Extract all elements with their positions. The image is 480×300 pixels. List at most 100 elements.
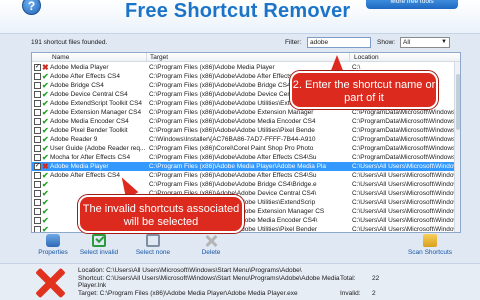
row-location: C:\ProgramData\Microsoft\Windows\Start M xyxy=(352,154,456,161)
table-row[interactable]: ✔ Adobe Media Encoder CS4 C:\Program Files… xyxy=(32,117,460,126)
scan-shortcuts-button[interactable]: Scan Shortcuts xyxy=(403,234,457,260)
detail-shortcut-cont: Player.lnk xyxy=(78,282,107,289)
row-location: C:\Users\All Users\Microsoft\Windows\Sta… xyxy=(352,208,456,215)
select-none-label: Select none xyxy=(135,249,171,256)
filter-bar: 191 shortcut files founded. Filter: adob… xyxy=(0,36,480,50)
row-checkbox[interactable] xyxy=(34,136,41,143)
row-checkbox[interactable]: ✓ xyxy=(34,64,41,71)
valid-check-icon: ✔ xyxy=(42,99,49,108)
app-header: ? Free Shortcut Remover More free tools xyxy=(0,0,480,34)
row-checkbox[interactable] xyxy=(34,217,41,224)
row-checkbox[interactable] xyxy=(34,82,41,89)
row-checkbox[interactable] xyxy=(34,181,41,188)
valid-check-icon: ✔ xyxy=(42,225,49,233)
help-icon[interactable]: ? xyxy=(22,0,41,15)
detail-location: Location: C:\Users\All Users\Microsoft\W… xyxy=(78,267,302,274)
row-target: C:\Program Files (x86)\Adobe\Adobe Exten… xyxy=(149,109,314,116)
row-checkbox[interactable] xyxy=(34,145,41,152)
row-name: Adobe Media Player xyxy=(50,163,109,170)
row-checkbox[interactable] xyxy=(34,109,41,116)
properties-icon xyxy=(46,234,60,247)
detail-target: Target: C:\Program Files (x86)\Adobe Med… xyxy=(78,290,298,297)
show-select-value: All xyxy=(403,39,411,46)
row-checkbox[interactable] xyxy=(34,100,41,107)
scan-shortcuts-label: Scan Shortcuts xyxy=(407,249,453,256)
row-name: User Guide (Adobe Reader req... xyxy=(50,145,145,152)
row-checkbox[interactable] xyxy=(34,199,41,206)
invalid-value: 2 xyxy=(372,290,376,297)
table-row[interactable]: ✔ Mocha for After Effects CS4 C:\Program F… xyxy=(32,153,460,162)
row-checkbox[interactable] xyxy=(34,91,41,98)
column-divider xyxy=(349,53,350,62)
valid-check-icon: ✔ xyxy=(42,72,49,81)
show-select[interactable]: All ▼ xyxy=(400,37,450,48)
valid-check-icon: ✔ xyxy=(42,207,49,216)
valid-check-icon: ✔ xyxy=(42,144,49,153)
invalid-x-icon: ✖ xyxy=(42,162,49,171)
table-row[interactable]: ✓ ✖ Adobe Media Player C:\Program Files (x8… xyxy=(32,162,460,171)
select-invalid-icon xyxy=(92,234,106,247)
column-header-target[interactable]: Target xyxy=(150,54,168,61)
column-header-name[interactable]: Name xyxy=(52,54,69,61)
table-row[interactable]: ✔ Adobe Pixel Bender Toolkit C:\Program Fi… xyxy=(32,126,460,135)
valid-check-icon: ✔ xyxy=(42,216,49,225)
row-checkbox[interactable] xyxy=(34,127,41,134)
valid-check-icon: ✔ xyxy=(42,153,49,162)
delete-icon xyxy=(204,234,218,247)
table-row[interactable]: ✔ C:\Program Files (x86)\Adobe\Adobe Brid… xyxy=(32,180,460,189)
select-invalid-button[interactable]: Select invalid xyxy=(77,234,121,260)
row-checkbox[interactable] xyxy=(34,118,41,125)
row-location: C:\ xyxy=(352,64,361,71)
row-checkbox[interactable] xyxy=(34,208,41,215)
scrollbar-thumb[interactable] xyxy=(456,74,460,130)
row-location: C:\ProgramData\Microsoft\Windows\Start M xyxy=(352,145,456,152)
total-value: 22 xyxy=(372,275,380,282)
row-location: C:\Users\All Users\Microsoft\Windows\Sta… xyxy=(352,226,456,233)
table-row[interactable]: ✔ Adobe Reader 9 C:\Windows\Installer\{AC7… xyxy=(32,135,460,144)
row-checkbox[interactable] xyxy=(34,226,41,232)
row-checkbox[interactable] xyxy=(34,154,41,161)
row-target: C:\Program Files (x86)\Corel\Corel Paint… xyxy=(149,145,314,152)
row-location: C:\Users\All Users\Microsoft\Windows\Sta… xyxy=(352,181,456,188)
callout-invalid-selected: The invalid shortcuts associated will be… xyxy=(78,195,244,233)
valid-check-icon: ✔ xyxy=(42,198,49,207)
properties-button[interactable]: Properties xyxy=(31,234,75,260)
row-target: C:\Windows\Installer\{AC76BA86-7AD7-FFFF… xyxy=(149,136,316,143)
row-checkbox[interactable]: ✓ xyxy=(34,163,41,170)
row-name: Adobe ExtendScript Toolkit CS4 xyxy=(50,100,143,107)
row-location: C:\Users\All Users\Microsoft\Windows\Sta… xyxy=(352,172,456,179)
row-checkbox[interactable] xyxy=(34,190,41,197)
row-location: C:\ProgramData\Microsoft\Windows\Start M xyxy=(352,109,456,116)
row-target: C:\Program Files (x86)\Adobe\Adobe Utili… xyxy=(149,127,315,134)
detail-shortcut: Shortcut: C:\Users\All Users\Microsoft\W… xyxy=(78,275,340,282)
row-name: Adobe Media Player xyxy=(50,64,109,71)
table-row[interactable]: ✔ Adobe Extension Manager CS4 C:\Program F… xyxy=(32,108,460,117)
row-target: C:\Program Files (x86)\Adobe Media Playe… xyxy=(149,64,275,71)
row-location: C:\Users\All Users\Microsoft\Windows\Sta… xyxy=(352,217,456,224)
column-header-location[interactable]: Location xyxy=(354,54,379,61)
delete-label: Delete xyxy=(201,249,221,256)
delete-button[interactable]: Delete xyxy=(189,234,233,260)
row-name: Adobe After Effects CS4 xyxy=(50,172,120,179)
valid-check-icon: ✔ xyxy=(42,126,49,135)
found-count: 191 shortcut files founded. xyxy=(31,39,108,46)
valid-check-icon: ✔ xyxy=(42,108,49,117)
row-location: C:\Users\All Users\Microsoft\Windows\Sta… xyxy=(352,163,456,170)
table-row[interactable]: ✔ Adobe After Effects CS4 C:\Program Files… xyxy=(32,171,460,180)
row-checkbox[interactable] xyxy=(34,172,41,179)
row-name: Mocha for After Effects CS4 xyxy=(50,154,131,161)
row-name: Adobe Bridge CS4 xyxy=(50,82,104,89)
row-target: C:\Program Files (x86)\Adobe\Adobe Media… xyxy=(149,118,316,125)
properties-label: Properties xyxy=(38,249,68,256)
row-checkbox[interactable] xyxy=(34,73,41,80)
filter-input[interactable]: adobe xyxy=(307,37,371,48)
select-none-button[interactable]: Select none xyxy=(131,234,175,260)
folder-scan-icon xyxy=(423,234,437,247)
invalid-label: Invalid: xyxy=(340,290,361,297)
callout-enter-shortcut: 2. Enter the shortcut name or part of it xyxy=(290,71,438,109)
more-tools-button[interactable]: More free tools xyxy=(366,0,458,9)
total-label: Total: xyxy=(340,275,356,282)
details-panel: Location: C:\Users\All Users\Microsoft\W… xyxy=(0,263,480,300)
vertical-scrollbar[interactable] xyxy=(454,62,460,232)
table-row[interactable]: ✔ User Guide (Adobe Reader req... C:\Progr… xyxy=(32,144,460,153)
